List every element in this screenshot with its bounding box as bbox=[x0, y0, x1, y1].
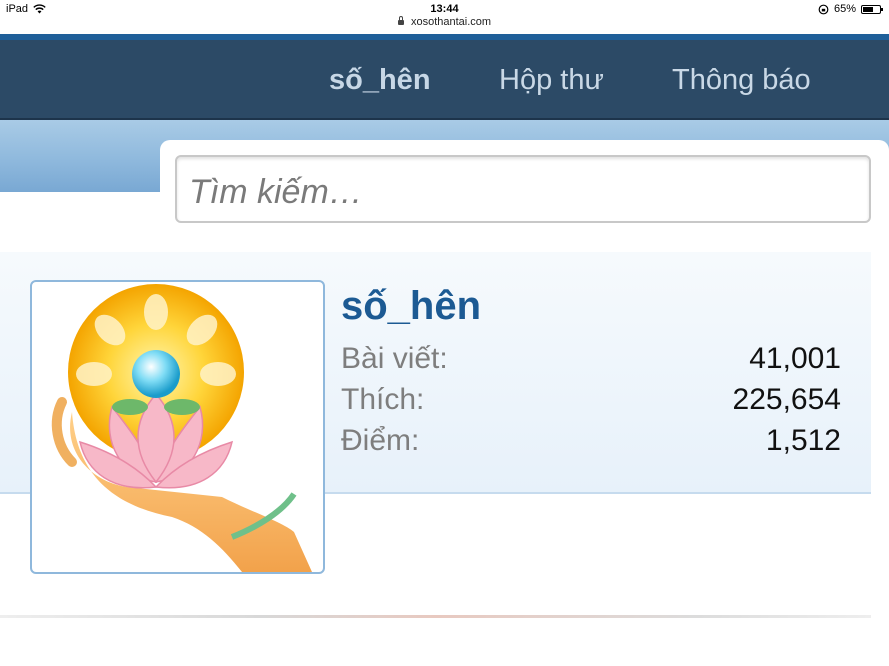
battery-percent: 65% bbox=[833, 3, 856, 15]
stat-row-posts: Bài viết: 41,001 bbox=[341, 342, 841, 378]
stat-value: 41,001 bbox=[749, 342, 841, 375]
stat-row-likes: Thích: 225,654 bbox=[341, 383, 841, 419]
stat-value: 225,654 bbox=[732, 383, 841, 416]
nav-alerts-link[interactable]: Thông báo bbox=[672, 64, 811, 97]
rotation-lock-icon bbox=[818, 4, 829, 14]
stat-row-points: Điểm: 1,512 bbox=[341, 424, 841, 460]
profile-username[interactable]: số_hên bbox=[341, 284, 481, 329]
lock-icon bbox=[397, 15, 404, 25]
url-text: xosothantai.com bbox=[410, 16, 492, 28]
clock: 13:44 bbox=[430, 3, 459, 15]
search-input[interactable]: Tìm kiếm… bbox=[175, 155, 871, 223]
avatar[interactable] bbox=[30, 280, 325, 574]
battery-icon bbox=[861, 4, 883, 14]
stat-label: Điểm: bbox=[341, 424, 420, 457]
lotus-hand-icon bbox=[51, 284, 312, 572]
stat-label: Bài viết: bbox=[341, 342, 448, 375]
battery-fill bbox=[863, 6, 873, 12]
nav-inbox-link[interactable]: Hộp thư bbox=[499, 64, 604, 97]
status-right: 65% bbox=[818, 3, 883, 15]
stat-value: 1,512 bbox=[765, 424, 841, 457]
top-navigation: số_hên Hộp thư Thông báo bbox=[0, 40, 889, 120]
nav-user-link[interactable]: số_hên bbox=[329, 64, 431, 97]
search-placeholder: Tìm kiếm… bbox=[189, 173, 363, 211]
address-bar[interactable]: xosothantai.com bbox=[0, 15, 889, 34]
stat-label: Thích: bbox=[341, 383, 425, 416]
section-divider bbox=[0, 615, 871, 618]
